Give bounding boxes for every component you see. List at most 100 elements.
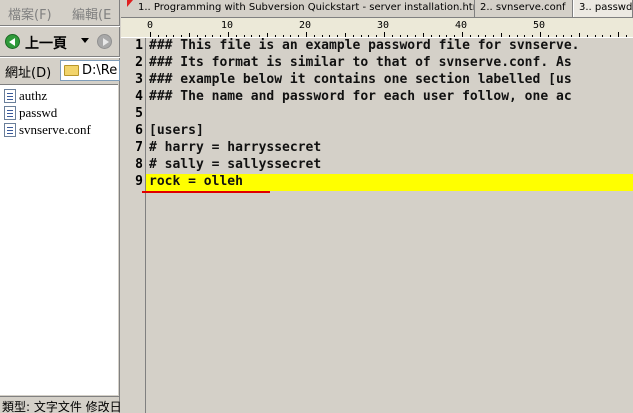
ruler-tick bbox=[345, 33, 346, 37]
code-line[interactable]: [users] bbox=[149, 123, 204, 140]
back-button[interactable]: 上一頁 bbox=[3, 31, 95, 52]
line-number-gutter: 1 2 3 4 5 6 7 8 9 bbox=[121, 38, 145, 413]
code-line[interactable]: ### The name and password for each user … bbox=[149, 89, 572, 106]
list-item[interactable]: svnserve.conf bbox=[3, 122, 117, 138]
navigation-toolbar: 上一頁 bbox=[0, 28, 120, 55]
text-editor[interactable]: ### This file is an example password fil… bbox=[146, 38, 633, 413]
menu-edit[interactable]: 編輯(E bbox=[72, 4, 111, 23]
ruler-tick bbox=[352, 35, 354, 37]
ruler-tick bbox=[571, 35, 573, 37]
ruler-tick bbox=[189, 33, 190, 37]
ruler-tick bbox=[438, 35, 440, 37]
list-item[interactable]: passwd bbox=[3, 105, 117, 121]
menu-separator bbox=[0, 25, 120, 27]
ruler-tick bbox=[579, 33, 580, 37]
ruler-tick bbox=[407, 35, 409, 37]
list-item[interactable]: authz bbox=[3, 88, 117, 104]
ruler-tick bbox=[563, 35, 565, 37]
ruler-tick bbox=[415, 35, 417, 37]
code-line[interactable]: ### example below it contains one sectio… bbox=[149, 72, 572, 89]
ruler-tick bbox=[399, 35, 401, 37]
ruler-tick bbox=[243, 35, 245, 37]
line-number: 9 bbox=[135, 174, 143, 189]
address-value: D:\Re bbox=[82, 63, 118, 78]
code-line[interactable]: ### This file is an example password fil… bbox=[149, 38, 579, 55]
ruler-tick bbox=[524, 35, 526, 37]
ruler-tick bbox=[446, 35, 448, 37]
code-line[interactable]: ### Its format is similar to that of svn… bbox=[149, 55, 572, 72]
ruler-tick bbox=[337, 35, 339, 37]
editor-pane: 1.. Programming with Subversion Quicksta… bbox=[121, 0, 633, 413]
file-name: passwd bbox=[19, 105, 58, 120]
ruler-tick bbox=[384, 32, 385, 37]
ruler-tick bbox=[462, 32, 463, 37]
ruler-tick bbox=[540, 32, 541, 37]
ruler-tick bbox=[555, 35, 557, 37]
forward-arrow-icon[interactable] bbox=[97, 34, 112, 49]
back-history-dropdown-icon[interactable] bbox=[81, 38, 89, 43]
ruler-tick bbox=[212, 35, 214, 37]
file-name: authz bbox=[19, 88, 48, 103]
status-text: 類型: 文字文件 修改日 bbox=[2, 400, 122, 413]
ruler-tick bbox=[625, 35, 627, 37]
tab-document-1[interactable]: 1.. Programming with Subversion Quicksta… bbox=[133, 0, 475, 17]
ruler-tick bbox=[547, 35, 549, 37]
ruler-label: 50 bbox=[533, 20, 546, 31]
back-arrow-icon bbox=[5, 34, 20, 49]
tab-document-3-active[interactable]: 3.. passwd bbox=[573, 0, 633, 17]
ruler-tick bbox=[220, 35, 222, 37]
ruler-tick bbox=[516, 35, 518, 37]
explorer-pane: 檔案(F) 編輯(E 上一頁 網址(D) D:\Re authz passwd … bbox=[0, 0, 122, 413]
ruler-label: 40 bbox=[455, 20, 468, 31]
ruler-tick bbox=[477, 35, 479, 37]
ruler-tick bbox=[290, 35, 292, 37]
text-file-icon bbox=[4, 123, 16, 137]
ruler-tick bbox=[298, 35, 300, 37]
back-button-label: 上一頁 bbox=[25, 36, 67, 52]
ruler-tick bbox=[360, 35, 362, 37]
ruler-tick bbox=[196, 35, 198, 37]
ruler-tick bbox=[586, 35, 588, 37]
address-label: 網址(D) bbox=[5, 66, 52, 81]
line-number: 2 bbox=[135, 55, 143, 70]
line-number: 7 bbox=[135, 140, 143, 155]
address-input[interactable]: D:\Re bbox=[60, 60, 120, 81]
ruler-label: 30 bbox=[377, 20, 390, 31]
file-list: authz passwd svnserve.conf bbox=[0, 84, 118, 395]
ruler-tick bbox=[602, 35, 604, 37]
ruler-tick bbox=[368, 35, 370, 37]
ruler-tick bbox=[485, 35, 487, 37]
spellcheck-underline bbox=[142, 191, 270, 193]
ruler-tick bbox=[173, 35, 175, 37]
ruler-tick bbox=[181, 35, 183, 37]
code-line[interactable]: # harry = harryssecret bbox=[149, 140, 321, 157]
ruler-tick bbox=[423, 33, 424, 37]
code-line-current[interactable]: rock = olleh bbox=[149, 174, 243, 191]
ruler-tick bbox=[329, 35, 331, 37]
status-bar: 類型: 文字文件 修改日 bbox=[0, 396, 122, 413]
ruler-tick bbox=[259, 35, 261, 37]
ruler-tick bbox=[282, 35, 284, 37]
ruler-tick bbox=[165, 35, 167, 37]
line-number: 8 bbox=[135, 157, 143, 172]
ruler-tick bbox=[228, 32, 229, 37]
tab-bar: 1.. Programming with Subversion Quicksta… bbox=[121, 0, 633, 18]
line-number: 3 bbox=[135, 72, 143, 87]
tab-document-2[interactable]: 2.. svnserve.conf bbox=[475, 0, 573, 17]
menu-file[interactable]: 檔案(F) bbox=[8, 4, 52, 23]
config-file-icon bbox=[4, 89, 16, 103]
ruler-tick bbox=[321, 35, 323, 37]
column-ruler: 0 10 20 30 40 50 bbox=[121, 18, 633, 38]
ruler-label: 20 bbox=[299, 20, 312, 31]
code-line[interactable]: # sally = sallyssecret bbox=[149, 157, 321, 174]
ruler-tick bbox=[376, 35, 378, 37]
line-number: 5 bbox=[135, 106, 143, 121]
ruler-tick bbox=[430, 35, 432, 37]
ruler-tick bbox=[610, 35, 612, 37]
ruler-tick bbox=[493, 35, 495, 37]
line-number: 4 bbox=[135, 89, 143, 104]
ruler-tick bbox=[306, 32, 307, 37]
ruler-tick bbox=[469, 35, 471, 37]
ruler-tick bbox=[251, 35, 253, 37]
menu-bar: 檔案(F) 編輯(E bbox=[0, 0, 120, 24]
